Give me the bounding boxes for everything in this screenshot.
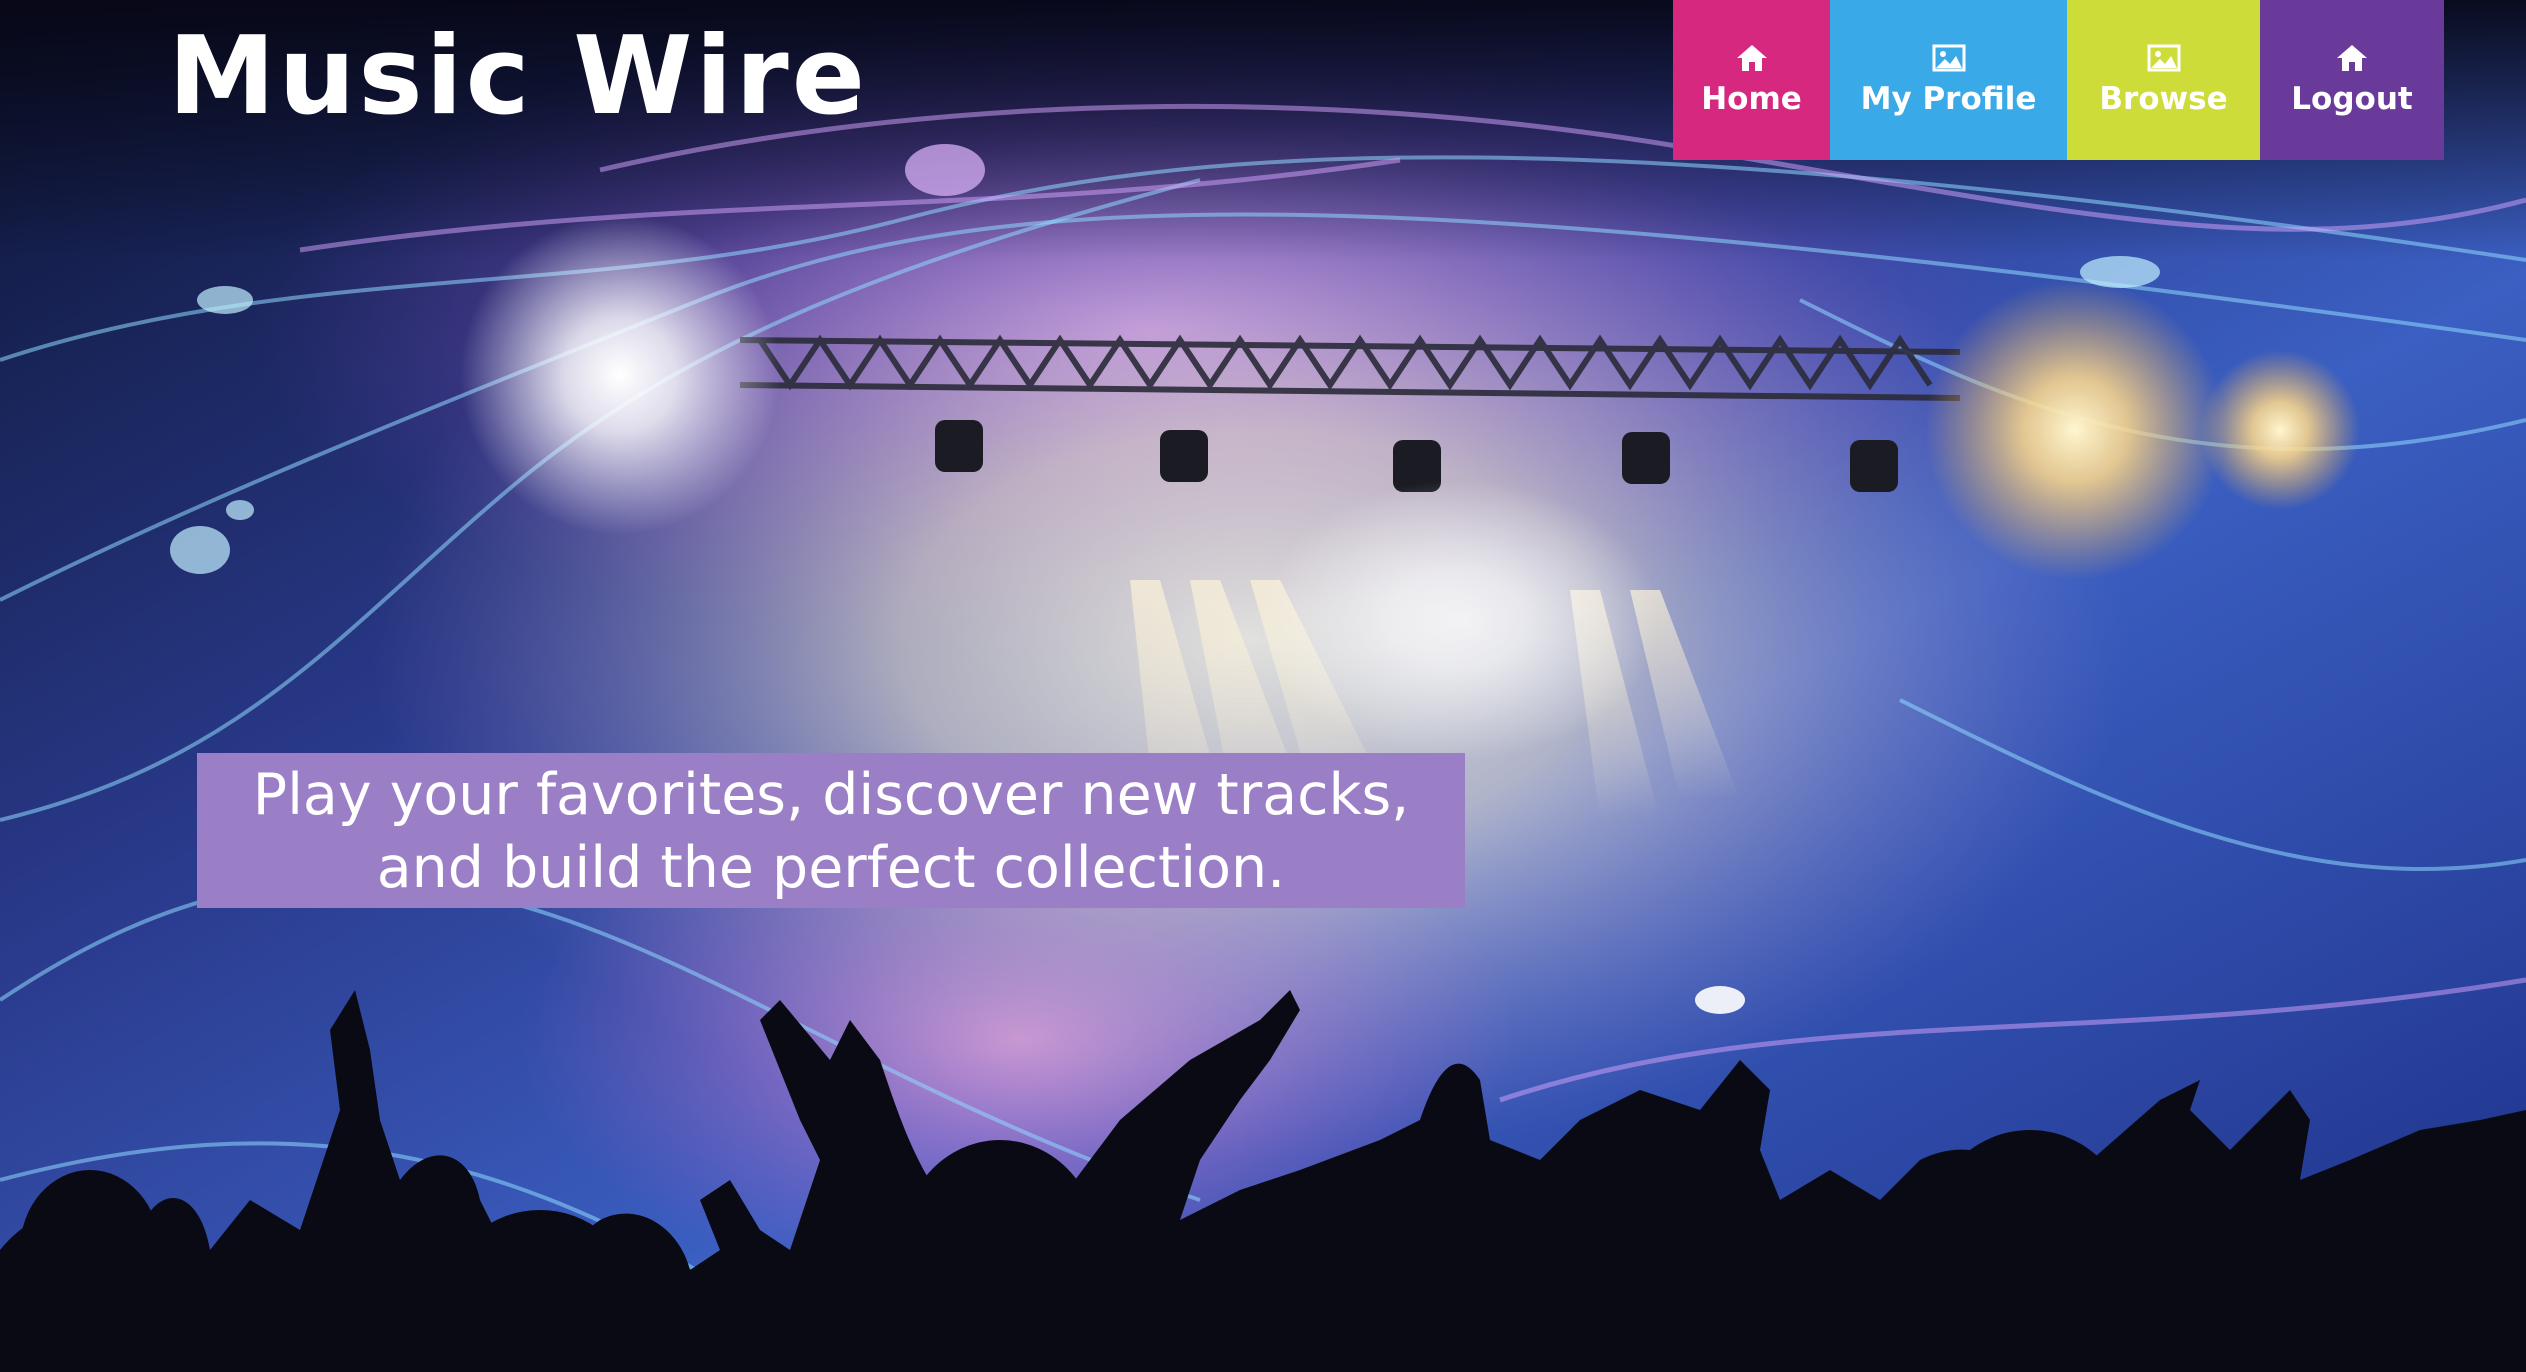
nav-logout-label: Logout bbox=[2291, 81, 2413, 117]
nav-browse-button[interactable]: Browse bbox=[2067, 0, 2260, 160]
home-icon bbox=[1736, 45, 1767, 71]
main-nav: Home My Profile Browse Logout bbox=[1673, 0, 2444, 160]
site-title[interactable]: Music Wire bbox=[168, 12, 868, 142]
image-icon bbox=[2147, 44, 2180, 72]
nav-my-profile-label: My Profile bbox=[1860, 81, 2037, 117]
concert-background-image bbox=[0, 0, 2526, 1372]
tagline-line-1: Play your favorites, discover new tracks… bbox=[252, 762, 1410, 828]
hero-tagline: Play your favorites, discover new tracks… bbox=[197, 753, 1465, 908]
nav-home-button[interactable]: Home bbox=[1673, 0, 1830, 160]
nav-logout-button[interactable]: Logout bbox=[2260, 0, 2444, 160]
tagline-line-2: and build the perfect collection. bbox=[376, 835, 1286, 901]
home-icon bbox=[2337, 45, 2367, 71]
nav-home-label: Home bbox=[1701, 81, 1802, 117]
nav-browse-label: Browse bbox=[2099, 81, 2228, 117]
nav-my-profile-button[interactable]: My Profile bbox=[1830, 0, 2067, 160]
image-icon bbox=[1932, 44, 1965, 72]
landing-page: Music Wire Home My Profile Browse Logout… bbox=[0, 0, 2526, 1372]
